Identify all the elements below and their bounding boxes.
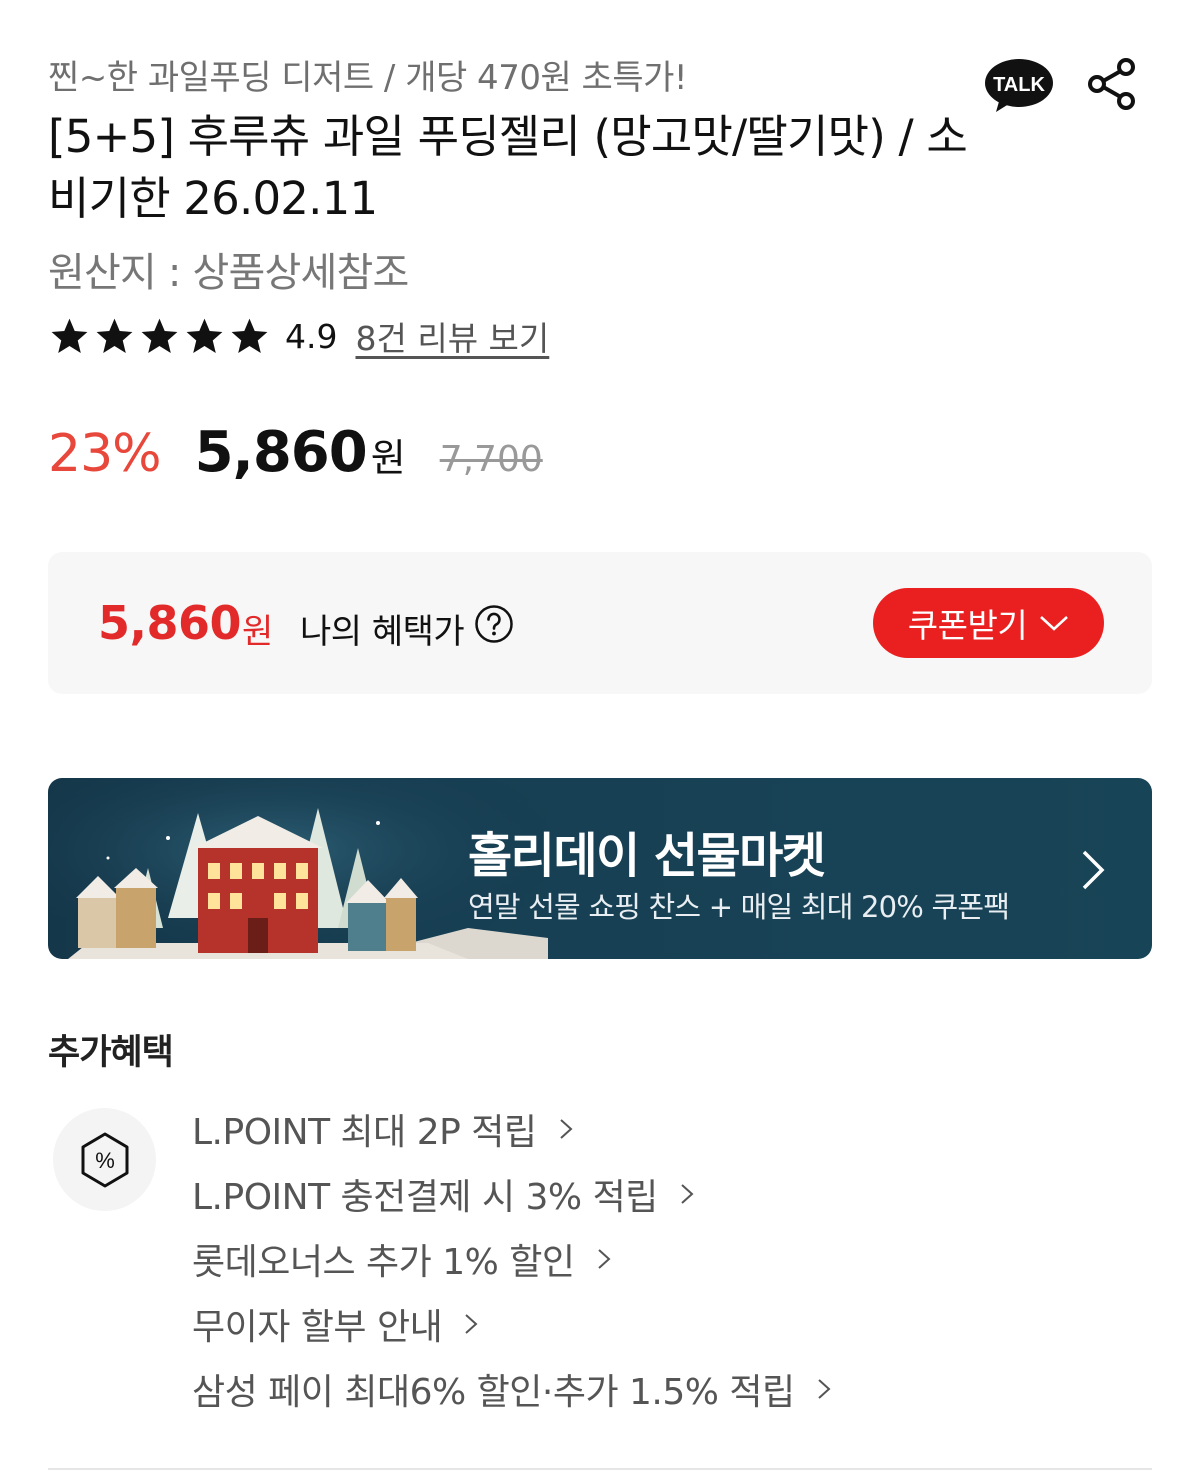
star-icon — [96, 318, 133, 353]
benefit-currency-unit: 원 — [242, 612, 274, 652]
benefit-item-label: 삼성 페이 최대6% 할인·추가 1.5% 적립 — [192, 1371, 795, 1413]
product-subtitle: 찐~한 과일푸딩 디저트 / 개당 470원 초특가! — [48, 58, 688, 98]
extra-benefits-title: 추가혜택 — [48, 1033, 174, 1073]
benefit-price: 5,860 — [98, 596, 242, 650]
banner-subtitle: 연말 선물 쇼핑 찬스 + 매일 최대 20% 쿠폰팩 — [468, 890, 1010, 924]
currency-unit: 원 — [370, 436, 406, 480]
benefit-item-lpoint[interactable]: L.POINT 최대 2P 적립 — [192, 1096, 831, 1161]
chevron-down-icon — [1040, 616, 1069, 631]
banner-title: 홀리데이 선물마켓 — [468, 828, 826, 884]
help-icon[interactable] — [474, 604, 514, 644]
percent-coupon-icon: % — [81, 1132, 129, 1188]
coupon-button-label: 쿠폰받기 — [907, 606, 1028, 645]
chevron-right-icon — [465, 1313, 478, 1334]
price-row: 23% 5,860 원 7,700 — [48, 420, 543, 500]
section-divider — [48, 1468, 1152, 1470]
kakao-talk-icon: TALK — [985, 59, 1053, 112]
share-button[interactable] — [1086, 56, 1138, 112]
sale-price: 5,860 — [194, 420, 368, 485]
benefit-item-samsung-pay[interactable]: 삼성 페이 최대6% 할인·추가 1.5% 적립 — [192, 1356, 831, 1421]
benefit-item-lpoint-charge[interactable]: L.POINT 충전결제 시 3% 적립 — [192, 1161, 831, 1226]
star-icon — [231, 318, 268, 353]
original-price: 7,700 — [439, 439, 543, 480]
chevron-right-icon — [681, 1183, 694, 1204]
rating-score: 4.9 — [285, 316, 338, 356]
discount-rate: 23% — [48, 424, 162, 484]
star-icon — [186, 318, 223, 353]
benefit-item-lotte-owners[interactable]: 롯데오너스 추가 1% 할인 — [192, 1226, 831, 1291]
product-title: [5+5] 후루츄 과일 푸딩젤리 (망고맛/딸기맛) / 소비기한 26.02… — [48, 110, 968, 225]
product-detail-page: 찐~한 과일푸딩 디저트 / 개당 470원 초특가! [5+5] 후루츄 과일… — [0, 0, 1200, 1480]
holiday-gift-market-banner[interactable]: 홀리데이 선물마켓 연말 선물 쇼핑 찬스 + 매일 최대 20% 쿠폰팩 — [48, 778, 1152, 959]
star-rating — [48, 315, 271, 358]
benefit-item-label: L.POINT 최대 2P 적립 — [192, 1111, 537, 1153]
rating-row: 4.9 8건 리뷰 보기 — [48, 308, 549, 364]
chevron-right-icon — [818, 1378, 831, 1399]
share-icon — [1088, 58, 1135, 110]
chevron-right-icon — [597, 1248, 611, 1269]
benefit-item-label: L.POINT 충전결제 시 3% 적립 — [192, 1176, 658, 1218]
coupon-download-button[interactable]: 쿠폰받기 — [873, 588, 1104, 658]
benefit-price-label: 나의 혜택가 — [300, 612, 465, 652]
star-icon — [141, 318, 178, 353]
chevron-right-icon — [559, 1118, 573, 1139]
svg-text:%: % — [95, 1148, 115, 1173]
extra-benefits-list: L.POINT 최대 2P 적립 L.POINT 충전결제 시 3% 적립 롯데… — [192, 1096, 831, 1421]
kakao-talk-button[interactable]: TALK — [984, 58, 1054, 114]
star-icon — [51, 318, 88, 353]
svg-text:TALK: TALK — [993, 74, 1045, 96]
benefit-item-label: 롯데오너스 추가 1% 할인 — [192, 1241, 575, 1283]
my-benefit-box: 5,860 원 나의 혜택가 쿠폰받기 — [48, 552, 1152, 694]
percent-coupon-badge: % — [53, 1108, 156, 1211]
chevron-right-icon — [1082, 850, 1105, 890]
benefit-item-installment[interactable]: 무이자 할부 안내 — [192, 1291, 831, 1356]
benefit-item-label: 무이자 할부 안내 — [192, 1306, 443, 1348]
review-link[interactable]: 8건 리뷰 보기 — [355, 312, 549, 360]
product-origin: 원산지 : 상품상세참조 — [48, 250, 409, 296]
